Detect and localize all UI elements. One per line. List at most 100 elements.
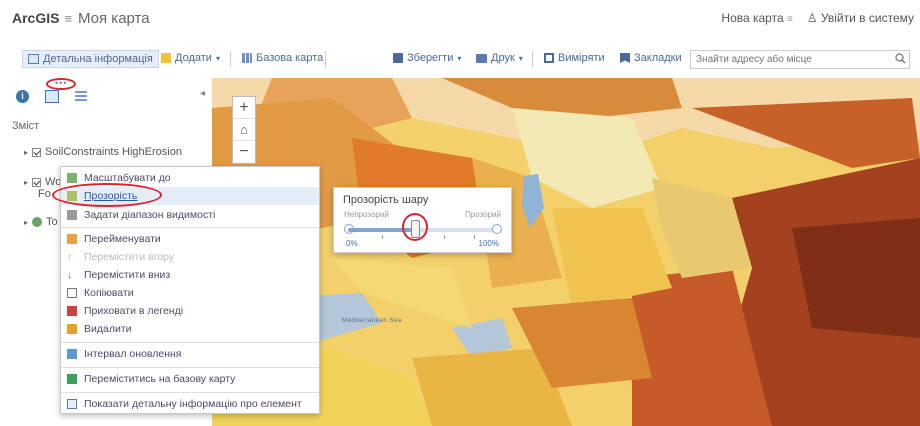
brand[interactable]: ArcGIS ≡ (12, 10, 72, 26)
menu-divider (61, 392, 319, 393)
home-icon[interactable]: ⌂ (233, 119, 255, 141)
panel-tabs: i (16, 90, 87, 103)
details-label[interactable]: Детальна інформація (43, 53, 153, 65)
menu-item-label[interactable]: Показати детальну інформацію про елемент (84, 398, 302, 410)
menu-item-zoom-to[interactable]: Масштабувати до (67, 172, 171, 184)
apps-menu-icon[interactable]: ≡ (64, 11, 72, 26)
more-options-icon[interactable]: ••• (55, 78, 67, 88)
save-button[interactable]: Зберегти ▾ (387, 52, 467, 64)
info-tab-icon[interactable]: i (16, 90, 29, 103)
menu-item-label[interactable]: Переміститись на базову карту (84, 373, 235, 385)
basemap-button[interactable]: Базова карта (236, 52, 329, 64)
basemap-move-icon (67, 374, 77, 384)
slider-tick (474, 235, 475, 239)
opaque-label: Непрозорий (344, 210, 389, 219)
search-input[interactable] (690, 50, 910, 69)
menu-item-label[interactable]: Задати діапазон видимості (84, 209, 215, 221)
menu-item-copy[interactable]: Копіювати (67, 287, 134, 299)
add-button[interactable]: Додати ▾ (155, 52, 226, 64)
measure-label[interactable]: Виміряти (558, 52, 605, 64)
layer-label[interactable]: SoilConstraints HighErosion (45, 146, 182, 158)
contents-tab-icon[interactable] (45, 90, 59, 103)
rename-icon (67, 234, 77, 244)
arrow-up-icon: ↑ (67, 252, 72, 263)
expand-icon[interactable]: ▸ (24, 148, 28, 157)
sign-in-button[interactable]: ♙ Увійти в систему (807, 11, 914, 25)
layer-label[interactable]: Fo (38, 188, 51, 200)
details-icon[interactable] (28, 54, 39, 64)
menu-item-label[interactable]: Перемістити вниз (84, 269, 170, 281)
save-label[interactable]: Зберегти (407, 52, 453, 64)
bookmark-icon[interactable] (620, 53, 630, 63)
new-map-label[interactable]: Нова карта (721, 11, 783, 25)
menu-item-visibility-range[interactable]: Задати діапазон видимості (67, 209, 215, 221)
menu-item-label[interactable]: Інтервал оновлення (84, 348, 182, 360)
chevron-down-icon[interactable]: ▾ (457, 54, 461, 63)
expand-icon[interactable]: ▸ (24, 218, 28, 227)
chevron-down-icon[interactable]: ▾ (519, 54, 523, 63)
zoom-out-button[interactable]: − (233, 141, 255, 163)
chevron-down-icon[interactable]: ▾ (216, 54, 220, 63)
menu-divider (61, 367, 319, 368)
layer-checkbox[interactable] (32, 177, 42, 187)
contents-label: Зміст (12, 120, 40, 132)
bookmarks-button[interactable]: Закладки (614, 52, 688, 64)
transparent-label: Прозорий (465, 210, 501, 219)
toolbar-divider (230, 51, 231, 67)
save-icon[interactable] (393, 53, 403, 63)
chevron-down-icon[interactable]: ≡ (787, 14, 793, 25)
layer-label[interactable]: To (46, 216, 58, 228)
brand-name[interactable]: ArcGIS (12, 10, 59, 26)
menu-item-delete[interactable]: Видалити (67, 323, 132, 335)
menu-item-move-down[interactable]: ↓ Перемістити вниз (67, 269, 170, 281)
visibility-range-icon (67, 210, 77, 220)
slider-tick (382, 235, 383, 239)
layer-row[interactable]: ▸ SoilConstraints HighErosion (24, 146, 182, 158)
layer-checkbox[interactable] (32, 147, 42, 157)
measure-button[interactable]: Виміряти (538, 52, 611, 64)
slider-min-label: 0% (346, 239, 358, 248)
menu-item-label[interactable]: Копіювати (84, 287, 134, 299)
measure-icon[interactable] (544, 53, 554, 63)
layer-row[interactable]: ▸ To (24, 216, 58, 228)
menu-item-label[interactable]: Видалити (84, 323, 132, 335)
collapse-panel-icon[interactable]: ◂ (200, 88, 205, 99)
menu-item-label[interactable]: Приховати в легенді (84, 305, 183, 317)
delete-icon (67, 324, 77, 334)
copy-icon (67, 288, 77, 298)
map-title: Моя карта (78, 10, 150, 27)
slider-tick (444, 235, 445, 239)
new-map-button[interactable]: Нова карта ≡ (721, 11, 792, 25)
add-label[interactable]: Додати (175, 52, 212, 64)
print-icon[interactable] (476, 53, 487, 63)
header-right: Нова карта ≡ ♙ Увійти в систему (721, 11, 914, 25)
zoom-control: + ⌂ − (232, 96, 256, 164)
details-button[interactable]: Детальна інформація (22, 50, 159, 68)
sign-in-label[interactable]: Увійти в систему (821, 11, 914, 25)
menu-item-refresh-interval[interactable]: Інтервал оновлення (67, 348, 182, 360)
layer-row[interactable]: ▸ Wo (24, 176, 61, 188)
user-icon[interactable]: ♙ (807, 11, 818, 25)
add-icon[interactable] (161, 53, 171, 63)
menu-item-move-to-basemap[interactable]: Переміститись на базову карту (67, 373, 235, 385)
layer-row[interactable]: Fo (38, 188, 51, 200)
basemap-label[interactable]: Базова карта (256, 52, 323, 64)
app-header: ArcGIS ≡ Моя карта Нова карта ≡ ♙ Увійти… (0, 0, 920, 38)
menu-item-move-up[interactable]: ↑ Перемістити вгору (67, 251, 174, 263)
menu-item-rename[interactable]: Перейменувати (67, 233, 161, 245)
slider-max-cap[interactable] (492, 224, 502, 234)
expand-icon[interactable]: ▸ (24, 178, 28, 187)
zoom-in-button[interactable]: + (233, 97, 255, 119)
basemap-icon[interactable] (242, 53, 252, 63)
layer-label[interactable]: Wo (45, 176, 61, 188)
print-label[interactable]: Друк (491, 52, 515, 64)
menu-item-show-details[interactable]: Показати детальну інформацію про елемент (67, 398, 302, 410)
search-icon[interactable] (895, 53, 906, 64)
menu-item-hide-in-legend[interactable]: Приховати в легенді (67, 305, 183, 317)
legend-tab-icon[interactable] (75, 90, 87, 103)
print-button[interactable]: Друк ▾ (470, 52, 529, 64)
bookmarks-label[interactable]: Закладки (634, 52, 682, 64)
toolbar-divider (532, 51, 533, 67)
menu-item-label[interactable]: Перемістити вгору (84, 251, 174, 263)
menu-item-label[interactable]: Перейменувати (84, 233, 161, 245)
